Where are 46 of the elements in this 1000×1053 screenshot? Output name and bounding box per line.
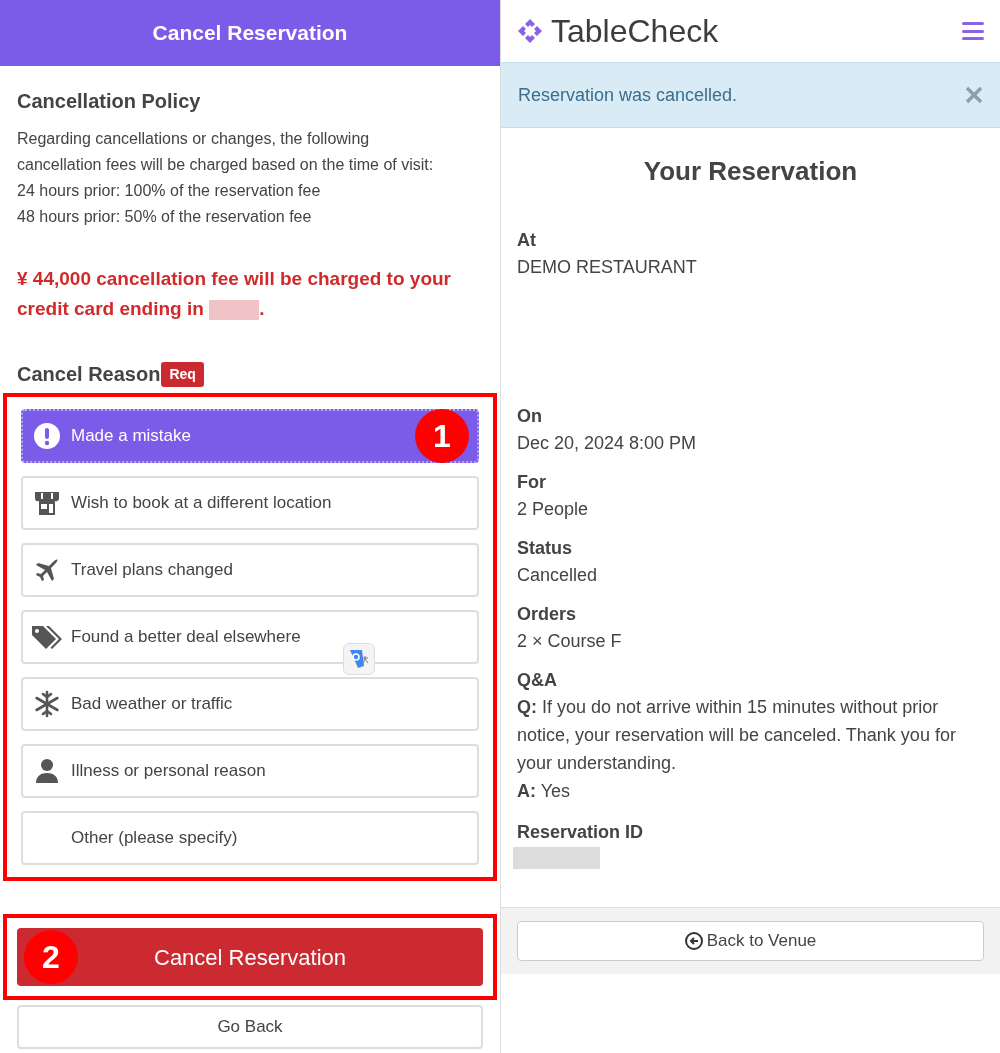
reason-option[interactable]: Travel plans changed: [21, 543, 479, 597]
page-header: Cancel Reservation: [0, 0, 500, 66]
fee-notice: ¥ 44,000 cancellation fee will be charged to your credit card ending in .: [17, 267, 452, 322]
store-icon: [33, 489, 61, 517]
field-label: Reservation ID: [517, 821, 645, 844]
answer-text: Q: If you do not arrive within 15 minutes without prior notice, your reservation will be canceled. Thank you for your understanding.: [517, 696, 957, 775]
back-to-venue-button[interactable]: Back to Venue: [517, 921, 984, 961]
required-badge: Req: [161, 361, 204, 387]
reason-option[interactable]: Bad weather or traffic: [21, 677, 479, 731]
translate-icon[interactable]: [343, 643, 375, 675]
menu-icon[interactable]: [962, 22, 984, 40]
go-back-button[interactable]: Go Back: [17, 1005, 483, 1049]
close-icon[interactable]: [965, 86, 983, 104]
logo-icon: [517, 18, 543, 44]
policy-line: 48 hours prior: 50% of the reservation fee: [17, 207, 313, 227]
field-value: 2 People: [517, 498, 590, 521]
number-badge: 1: [415, 409, 469, 463]
field-value: DEMO RESTAURANT: [517, 256, 698, 279]
reason-option[interactable]: Made a mistake 1: [21, 409, 479, 463]
answer-text: A: Yes: [517, 780, 572, 803]
policy-line: 24 hours prior: 100% of the reservation fee: [17, 181, 322, 201]
cancel-reservation-button[interactable]: 2 Cancel Reservation: [17, 928, 483, 986]
alert-message: Reservation was cancelled.: [518, 83, 738, 107]
field-label: For: [517, 471, 547, 494]
person-icon: [33, 757, 61, 785]
field-label: On: [517, 405, 543, 428]
field-value: 2 × Course F: [517, 630, 623, 653]
field-label: Q&A: [517, 669, 558, 692]
field-label: Orders: [517, 603, 578, 626]
snowflake-icon: [33, 690, 61, 718]
reason-option[interactable]: Other (please specify): [21, 811, 479, 865]
tags-icon: [30, 623, 64, 651]
field-label: Cancel Reason: [17, 362, 161, 387]
reason-option[interactable]: Illness or personal reason: [21, 744, 479, 798]
policy-text: Regarding cancellations or changes, the following cancellation fees will be charged based on the time of visit:: [17, 129, 435, 175]
field-label: Status: [517, 537, 573, 560]
reason-option[interactable]: Found a better deal elsewhere: [21, 610, 479, 664]
field-value: Cancelled: [517, 564, 599, 587]
page-title: Your Reservation: [642, 155, 859, 188]
brand-name: TableCheck: [551, 12, 719, 51]
field-value: Dec 20, 2024 8:00 PM: [517, 432, 698, 455]
section-heading: Cancellation Policy: [17, 89, 202, 114]
reason-option[interactable]: Wish to book at a different location: [21, 476, 479, 530]
number-badge: 2: [24, 930, 78, 984]
alert-icon: [33, 422, 61, 450]
field-label: At: [517, 229, 537, 252]
